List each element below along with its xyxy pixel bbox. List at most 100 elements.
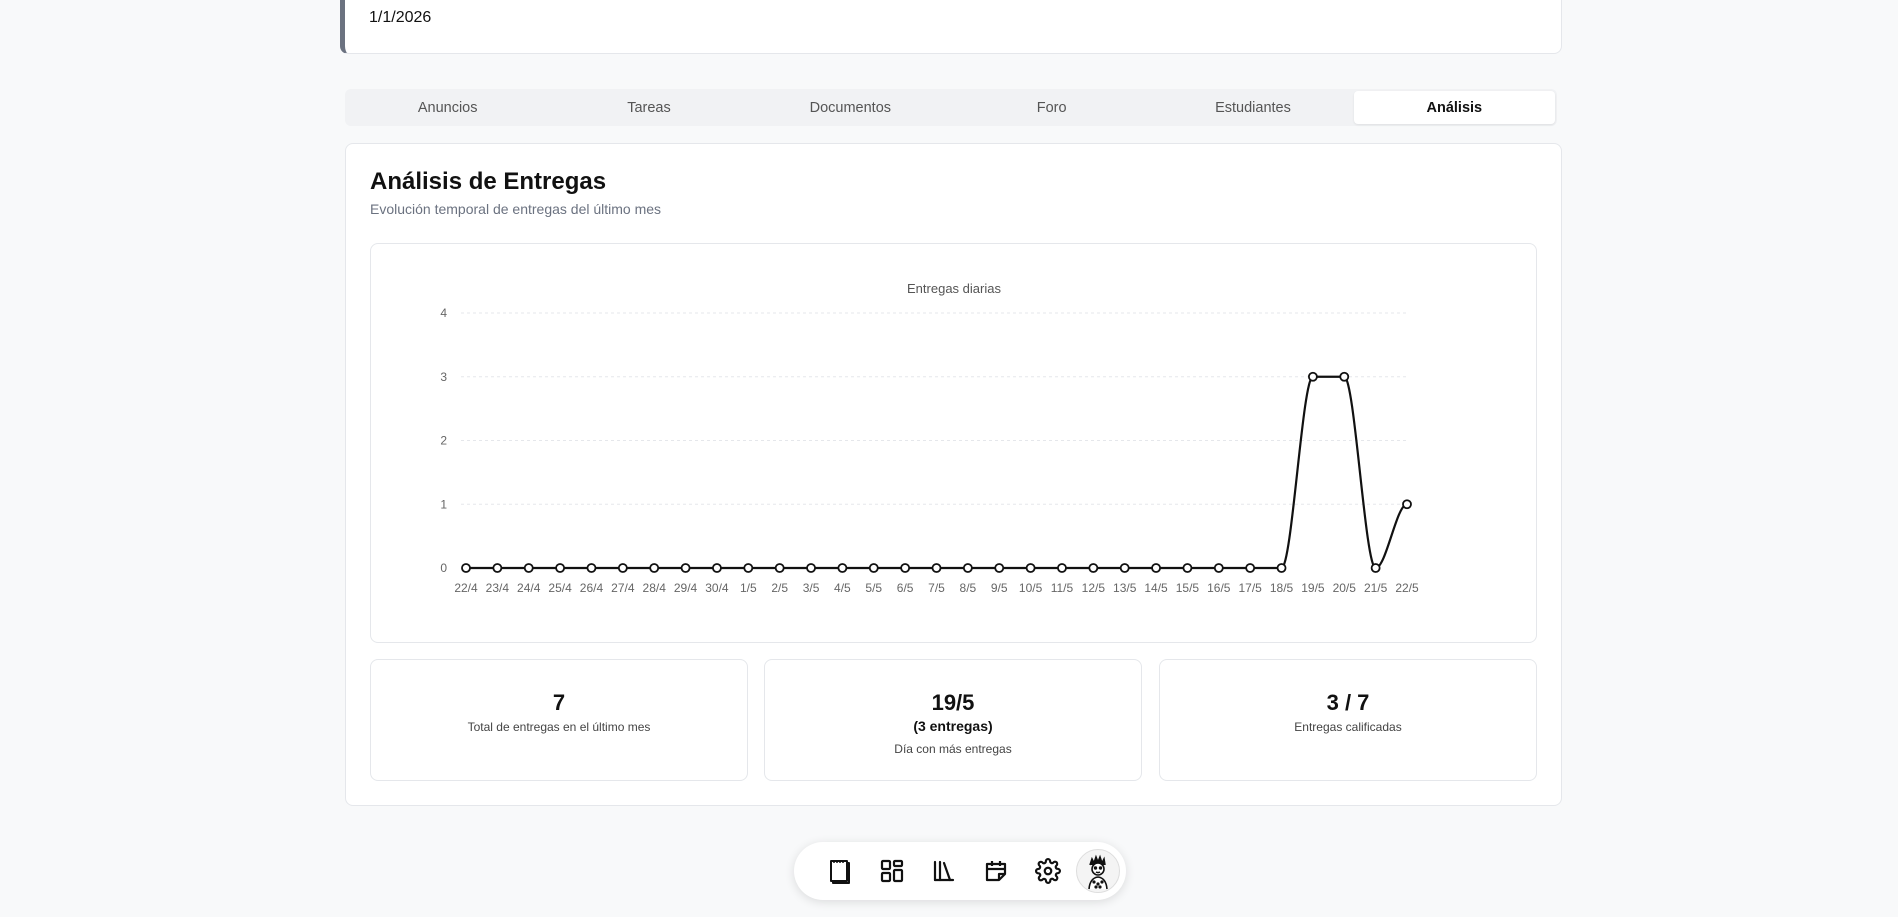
tab-foro[interactable]: Foro bbox=[951, 91, 1152, 124]
x-tick-label: 23/4 bbox=[486, 581, 510, 595]
course-tabs: Anuncios Tareas Documentos Foro Estudian… bbox=[345, 89, 1557, 126]
y-tick-label: 0 bbox=[440, 561, 447, 575]
y-tick-label: 2 bbox=[440, 434, 447, 448]
page-title: Análisis de Entregas bbox=[370, 168, 607, 195]
data-point[interactable] bbox=[712, 563, 722, 573]
tab-estudiantes[interactable]: Estudiantes bbox=[1152, 91, 1353, 124]
data-point[interactable] bbox=[523, 563, 534, 573]
page-subtitle: Evolución temporal de entregas del últim… bbox=[370, 201, 662, 217]
x-tick-label: 21/5 bbox=[1364, 581, 1388, 595]
x-tick-label: 8/5 bbox=[960, 581, 977, 595]
data-point[interactable] bbox=[1370, 563, 1381, 573]
data-point[interactable] bbox=[868, 563, 879, 573]
stat-total-label: Total de entregas en el último mes bbox=[467, 720, 651, 734]
data-point[interactable] bbox=[1182, 563, 1193, 573]
x-tick-label: 22/5 bbox=[1395, 581, 1419, 595]
stat-graded-label: Entregas calificadas bbox=[1294, 720, 1402, 734]
data-point[interactable] bbox=[1088, 563, 1099, 573]
x-tick-label: 7/5 bbox=[928, 581, 945, 595]
end-date: 1/1/2026 bbox=[369, 9, 432, 26]
dashboard-button[interactable] bbox=[866, 849, 918, 893]
stat-graded: 3 / 7 Entregas calificadas bbox=[1159, 659, 1537, 781]
calendar-icon bbox=[985, 861, 1007, 882]
x-tick-label: 2/5 bbox=[771, 581, 788, 595]
data-point[interactable] bbox=[1025, 563, 1036, 573]
x-tick-label: 27/4 bbox=[611, 581, 635, 595]
data-point[interactable] bbox=[680, 563, 691, 573]
library-button[interactable] bbox=[918, 849, 970, 893]
data-point[interactable] bbox=[931, 563, 942, 573]
notebook-icon bbox=[830, 860, 850, 884]
course-info-card: 1/1/2026 bbox=[340, 0, 1562, 54]
calendar-button[interactable] bbox=[970, 849, 1022, 893]
data-point[interactable] bbox=[1308, 371, 1318, 382]
x-tick-label: 15/5 bbox=[1176, 581, 1200, 595]
data-point[interactable] bbox=[774, 563, 785, 573]
x-tick-label: 4/5 bbox=[834, 581, 851, 595]
x-tick-label: 10/5 bbox=[1019, 581, 1043, 595]
data-point[interactable] bbox=[492, 563, 503, 573]
data-point[interactable] bbox=[1276, 563, 1287, 573]
data-point[interactable] bbox=[900, 563, 911, 573]
x-tick-label: 28/4 bbox=[643, 581, 667, 595]
data-point[interactable] bbox=[994, 563, 1005, 573]
gear-icon bbox=[1035, 858, 1061, 884]
tab-anuncios[interactable]: Anuncios bbox=[347, 91, 548, 124]
data-point[interactable] bbox=[617, 563, 628, 573]
data-point[interactable] bbox=[962, 563, 973, 573]
tab-analisis[interactable]: Análisis bbox=[1353, 91, 1555, 124]
data-point[interactable] bbox=[1151, 563, 1161, 573]
x-tick-label: 30/4 bbox=[705, 581, 729, 595]
x-tick-label: 20/5 bbox=[1333, 581, 1357, 595]
data-point[interactable] bbox=[649, 563, 660, 573]
stat-total-value: 7 bbox=[552, 690, 566, 715]
tab-documentos[interactable]: Documentos bbox=[750, 91, 951, 124]
x-tick-label: 16/5 bbox=[1207, 581, 1231, 595]
x-tick-label: 3/5 bbox=[803, 581, 820, 595]
x-tick-label: 22/4 bbox=[454, 581, 478, 595]
x-tick-label: 18/5 bbox=[1270, 581, 1294, 595]
library-icon bbox=[933, 860, 955, 882]
chart-container: Entregas diarias 0 1 2 3 4 22/4 23/4 24/4 25/4 2… bbox=[370, 243, 1537, 643]
analysis-panel: Análisis de Entregas Evolución temporal … bbox=[345, 143, 1562, 806]
data-point[interactable] bbox=[1213, 563, 1224, 573]
x-tick-label: 9/5 bbox=[991, 581, 1008, 595]
stat-peak-detail: (3 entregas) bbox=[913, 718, 993, 734]
stat-total: 7 Total de entregas en el último mes bbox=[370, 659, 748, 781]
data-point[interactable] bbox=[1057, 563, 1067, 573]
bottom-dock bbox=[794, 842, 1126, 900]
profile-button[interactable] bbox=[1076, 849, 1120, 893]
x-tick-label: 6/5 bbox=[897, 581, 914, 595]
daily-submissions-chart: Entregas diarias 0 1 2 3 4 22/4 23/4 24/4 25/4 2… bbox=[440, 281, 1419, 595]
data-point[interactable] bbox=[806, 563, 816, 573]
x-tick-label: 11/5 bbox=[1051, 581, 1074, 595]
x-tick-label: 29/4 bbox=[674, 581, 698, 595]
x-tick-label: 14/5 bbox=[1144, 581, 1168, 595]
x-tick-label: 12/5 bbox=[1082, 581, 1106, 595]
data-point[interactable] bbox=[1402, 499, 1412, 510]
x-tick-label: 19/5 bbox=[1301, 581, 1325, 595]
data-point[interactable] bbox=[743, 563, 754, 573]
data-point[interactable] bbox=[461, 563, 471, 573]
data-point[interactable] bbox=[555, 563, 566, 573]
data-point[interactable] bbox=[1245, 563, 1256, 573]
data-point[interactable] bbox=[1119, 563, 1130, 573]
settings-button[interactable] bbox=[1022, 849, 1074, 893]
y-tick-label: 4 bbox=[440, 306, 447, 320]
notebook-button[interactable] bbox=[814, 849, 866, 893]
data-point[interactable] bbox=[1339, 371, 1350, 382]
tab-tareas[interactable]: Tareas bbox=[548, 91, 749, 124]
stat-graded-value: 3 / 7 bbox=[1326, 690, 1370, 715]
data-point[interactable] bbox=[586, 563, 597, 573]
stat-peak-value: 19/5 bbox=[931, 690, 975, 715]
x-tick-label: 5/5 bbox=[865, 581, 882, 595]
y-tick-label: 3 bbox=[440, 370, 447, 384]
y-tick-label: 1 bbox=[440, 497, 447, 511]
series-line bbox=[466, 375, 1408, 570]
avatar-icon bbox=[1088, 854, 1108, 890]
data-point[interactable] bbox=[837, 563, 848, 573]
x-tick-label: 25/4 bbox=[548, 581, 572, 595]
x-tick-label: 26/4 bbox=[580, 581, 604, 595]
x-tick-label: 24/4 bbox=[517, 581, 541, 595]
x-tick-label: 13/5 bbox=[1113, 581, 1137, 595]
